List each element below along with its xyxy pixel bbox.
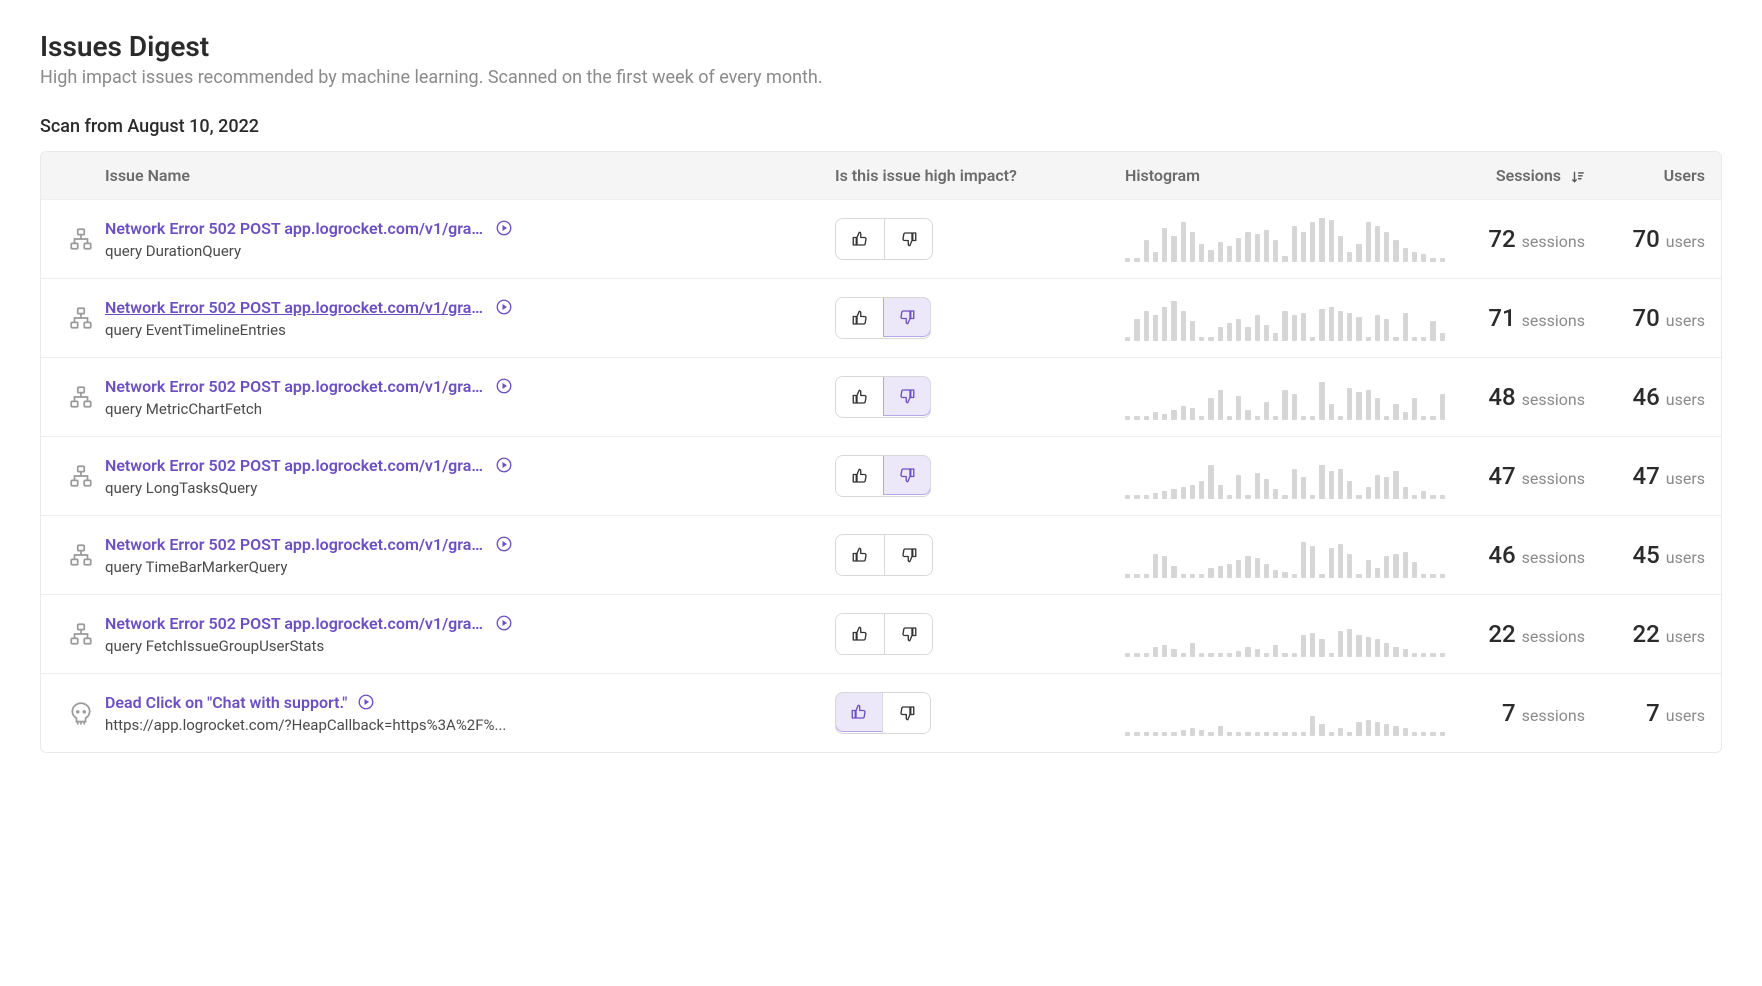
sessions-metric: 72sessions [1445, 225, 1585, 253]
network-icon [57, 384, 105, 410]
play-icon[interactable] [495, 456, 513, 474]
impact-vote-group [835, 455, 931, 497]
sessions-metric: 71sessions [1445, 304, 1585, 332]
col-header-users[interactable]: Users [1585, 166, 1705, 185]
network-icon [57, 542, 105, 568]
impact-vote-group [835, 376, 931, 418]
users-metric: 7users [1585, 699, 1705, 727]
thumbs-down-button[interactable] [883, 297, 931, 337]
impact-vote-group [835, 297, 931, 339]
users-metric: 45users [1585, 541, 1705, 569]
issue-subtitle: query TimeBarMarkerQuery [105, 558, 525, 576]
issues-table: Issue Name Is this issue high impact? Hi… [40, 151, 1722, 753]
thumbs-down-button[interactable] [884, 219, 932, 259]
thumbs-up-button[interactable] [836, 377, 884, 417]
col-header-sessions[interactable]: Sessions [1445, 166, 1585, 185]
impact-vote-group [835, 534, 933, 576]
users-metric: 22users [1585, 620, 1705, 648]
issue-link[interactable]: Network Error 502 POST app.logrocket.com… [105, 614, 485, 633]
table-row: Network Error 502 POST app.logrocket.com… [41, 357, 1721, 436]
histogram [1125, 374, 1445, 420]
play-icon[interactable] [495, 535, 513, 553]
table-row: Network Error 502 POST app.logrocket.com… [41, 594, 1721, 673]
issue-subtitle: query DurationQuery [105, 242, 525, 260]
table-row: Network Error 502 POST app.logrocket.com… [41, 515, 1721, 594]
histogram [1125, 295, 1445, 341]
page-title: Issues Digest [40, 30, 1722, 63]
issue-subtitle: query MetricChartFetch [105, 400, 525, 418]
sessions-metric: 48sessions [1445, 383, 1585, 411]
col-header-impact: Is this issue high impact? [835, 166, 1125, 185]
thumbs-up-button[interactable] [836, 535, 884, 575]
histogram [1125, 611, 1445, 657]
issue-subtitle: query LongTasksQuery [105, 479, 525, 497]
skull-icon [57, 700, 105, 726]
table-header: Issue Name Is this issue high impact? Hi… [41, 152, 1721, 199]
histogram [1125, 453, 1445, 499]
thumbs-down-button[interactable] [884, 535, 932, 575]
sessions-metric: 47sessions [1445, 462, 1585, 490]
users-metric: 47users [1585, 462, 1705, 490]
thumbs-up-button[interactable] [835, 692, 883, 732]
sort-desc-icon [1571, 170, 1585, 184]
histogram [1125, 216, 1445, 262]
play-icon[interactable] [495, 219, 513, 237]
play-icon[interactable] [357, 693, 375, 711]
col-header-histogram: Histogram [1125, 166, 1445, 185]
users-metric: 70users [1585, 304, 1705, 332]
table-row: Network Error 502 POST app.logrocket.com… [41, 436, 1721, 515]
network-icon [57, 621, 105, 647]
network-icon [57, 463, 105, 489]
network-icon [57, 305, 105, 331]
network-icon [57, 226, 105, 252]
sessions-metric: 46sessions [1445, 541, 1585, 569]
play-icon[interactable] [495, 614, 513, 632]
thumbs-down-button[interactable] [883, 376, 931, 416]
issue-link[interactable]: Dead Click on "Chat with support." [105, 693, 347, 712]
histogram [1125, 690, 1445, 736]
sessions-metric: 22sessions [1445, 620, 1585, 648]
impact-vote-group [835, 218, 933, 260]
thumbs-up-button[interactable] [836, 298, 884, 338]
table-row: Network Error 502 POST app.logrocket.com… [41, 278, 1721, 357]
thumbs-up-button[interactable] [836, 614, 884, 654]
play-icon[interactable] [495, 377, 513, 395]
users-metric: 70users [1585, 225, 1705, 253]
histogram [1125, 532, 1445, 578]
issue-link[interactable]: Network Error 502 POST app.logrocket.com… [105, 535, 485, 554]
issue-subtitle: https://app.logrocket.com/?HeapCallback=… [105, 716, 525, 734]
thumbs-down-button[interactable] [882, 693, 930, 733]
thumbs-down-button[interactable] [883, 455, 931, 495]
page-subtitle: High impact issues recommended by machin… [40, 67, 1722, 88]
issue-subtitle: query EventTimelineEntries [105, 321, 525, 339]
issue-link[interactable]: Network Error 502 POST app.logrocket.com… [105, 298, 485, 317]
table-row: Network Error 502 POST app.logrocket.com… [41, 199, 1721, 278]
issue-subtitle: query FetchIssueGroupUserStats [105, 637, 525, 655]
thumbs-up-button[interactable] [836, 456, 884, 496]
impact-vote-group [835, 613, 933, 655]
thumbs-up-button[interactable] [836, 219, 884, 259]
scan-date: Scan from August 10, 2022 [40, 116, 1722, 137]
sessions-metric: 7sessions [1445, 699, 1585, 727]
col-header-name[interactable]: Issue Name [105, 166, 835, 185]
users-metric: 46users [1585, 383, 1705, 411]
issue-link[interactable]: Network Error 502 POST app.logrocket.com… [105, 456, 485, 475]
thumbs-down-button[interactable] [884, 614, 932, 654]
issue-link[interactable]: Network Error 502 POST app.logrocket.com… [105, 219, 485, 238]
table-row: Dead Click on "Chat with support." https:… [41, 673, 1721, 752]
play-icon[interactable] [495, 298, 513, 316]
issue-link[interactable]: Network Error 502 POST app.logrocket.com… [105, 377, 485, 396]
impact-vote-group [835, 692, 931, 734]
